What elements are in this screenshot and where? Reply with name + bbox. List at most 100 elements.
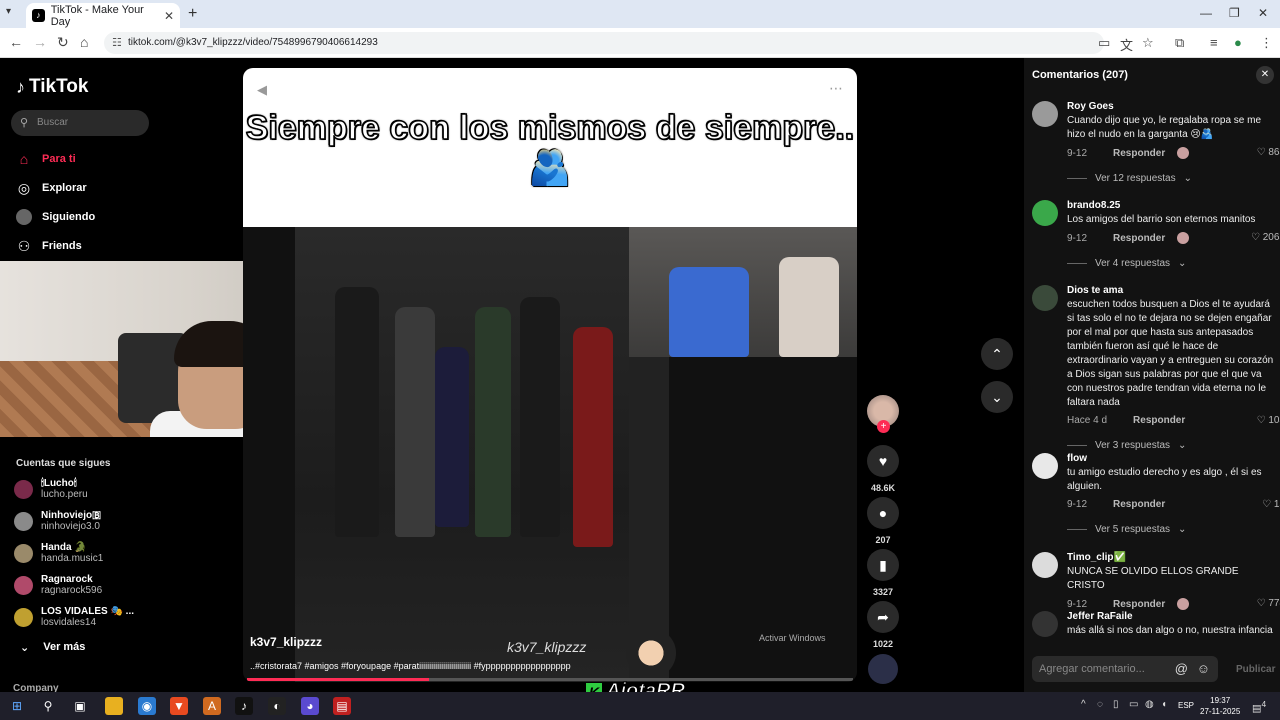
- close-icon[interactable]: ✕: [1256, 66, 1274, 84]
- nav-friends[interactable]: ⚇ Friends: [16, 238, 82, 254]
- translate-icon[interactable]: 文: [1120, 35, 1133, 54]
- tray-chevron-icon[interactable]: ^: [1081, 699, 1086, 710]
- task-view-icon[interactable]: ▣: [71, 697, 89, 715]
- divider: [1067, 445, 1087, 446]
- view-replies-button[interactable]: Ver 12 respuestas ⌄: [1067, 173, 1277, 184]
- share-button[interactable]: ➦ 1022: [866, 601, 900, 649]
- reading-list-icon[interactable]: ≡: [1210, 35, 1218, 50]
- nav-explore[interactable]: ◎ Explorar: [16, 180, 87, 196]
- notification-icon[interactable]: ▤4: [1252, 699, 1266, 714]
- brave-icon[interactable]: ▼: [170, 697, 188, 715]
- comment-user[interactable]: brando8.25: [1067, 200, 1277, 211]
- microphone-icon[interactable]: ▯: [1113, 699, 1119, 710]
- music-disc-avatar[interactable]: [868, 654, 898, 684]
- clock[interactable]: 19:37 27-11-2025: [1200, 695, 1240, 717]
- tiktok-taskbar-icon[interactable]: ♪: [235, 697, 253, 715]
- nav-following[interactable]: Siguiendo: [16, 209, 95, 225]
- view-replies-button[interactable]: Ver 4 respuestas ⌄: [1067, 258, 1277, 269]
- followed-account[interactable]: Ninhoviejo🇧 ninhoviejo3.0: [14, 510, 101, 532]
- followed-account[interactable]: 🕯Lucho🕯 lucho.peru: [14, 478, 88, 500]
- window-close-icon[interactable]: ✕: [1258, 6, 1268, 20]
- reply-button[interactable]: Responder: [1133, 415, 1185, 426]
- cast-icon[interactable]: ▭: [1098, 35, 1110, 51]
- windows-start-icon[interactable]: ⊞: [8, 697, 26, 715]
- search-icon[interactable]: ⚲: [39, 697, 57, 715]
- followed-account[interactable]: Ragnarock ragnarock596: [14, 574, 102, 596]
- video-author[interactable]: k3v7_klipzzz: [250, 635, 322, 649]
- url-field[interactable]: ☷ tiktok.com/@k3v7_klipzzz/video/7548996…: [104, 32, 1104, 54]
- reply-button[interactable]: Responder: [1113, 499, 1165, 510]
- comment-user[interactable]: flow: [1067, 453, 1277, 464]
- volume-icon[interactable]: ◖: [1161, 699, 1167, 710]
- mention-at-icon[interactable]: @: [1175, 656, 1188, 682]
- tray-display-icon[interactable]: ▭: [1129, 699, 1138, 710]
- comment-like-button[interactable]: ♡ 15: [1262, 499, 1280, 510]
- avatar[interactable]: [1032, 200, 1058, 226]
- reload-icon[interactable]: ↻: [57, 34, 69, 51]
- emoji-icon[interactable]: ☺: [1197, 656, 1210, 682]
- avatar[interactable]: [1032, 285, 1058, 311]
- back-arrow-icon[interactable]: ←: [9, 34, 23, 50]
- bookmark-star-icon[interactable]: ☆: [1142, 35, 1154, 51]
- comment-button[interactable]: ● 207: [866, 497, 900, 545]
- volume-icon[interactable]: ◀: [257, 82, 267, 98]
- tab-close-icon[interactable]: ✕: [164, 9, 174, 23]
- save-button[interactable]: ▮ 3327: [866, 549, 900, 597]
- search-input[interactable]: ⚲ Buscar: [11, 110, 149, 136]
- see-more-button[interactable]: ⌄ Ver más: [20, 641, 85, 654]
- following-icon: [16, 209, 32, 225]
- video-player[interactable]: Siempre con los mismos de siempre..🫂 ◀ ⋯…: [243, 68, 857, 682]
- forward-arrow-icon[interactable]: →: [33, 34, 47, 50]
- browser-tab-tiktok[interactable]: ♪ TikTok - Make Your Day ✕: [26, 3, 180, 28]
- next-video-button[interactable]: ⌄: [981, 381, 1013, 413]
- minimize-icon[interactable]: —: [1200, 6, 1212, 20]
- comment-user[interactable]: Dios te ama: [1067, 285, 1277, 296]
- search-placeholder: Buscar: [37, 117, 69, 128]
- language-indicator[interactable]: ESP: [1178, 701, 1194, 710]
- reply-button[interactable]: Responder: [1113, 599, 1165, 610]
- reply-button[interactable]: Responder: [1113, 233, 1165, 244]
- comment-like-button[interactable]: ♡ 103: [1257, 415, 1280, 426]
- new-tab-plus-icon[interactable]: +: [188, 5, 197, 23]
- avatar[interactable]: [1032, 101, 1058, 127]
- avatar[interactable]: [1032, 611, 1058, 637]
- network-icon[interactable]: ◍: [1145, 699, 1154, 710]
- previous-video-button[interactable]: ⌃: [981, 338, 1013, 370]
- obs-icon[interactable]: ◐: [268, 697, 286, 715]
- extensions-icon[interactable]: ⧉: [1175, 35, 1184, 51]
- avatar[interactable]: [1032, 453, 1058, 479]
- reply-button[interactable]: Responder: [1113, 148, 1165, 159]
- home-icon[interactable]: ⌂: [80, 34, 88, 50]
- chrome-icon[interactable]: ◉: [138, 697, 156, 715]
- view-replies-button[interactable]: Ver 3 respuestas ⌄: [1067, 440, 1277, 451]
- view-replies-button[interactable]: Ver 5 respuestas ⌄: [1067, 524, 1277, 535]
- discord-icon[interactable]: ◕: [301, 697, 319, 715]
- restore-icon[interactable]: ❐: [1229, 6, 1240, 20]
- menu-kebab-icon[interactable]: ⋮: [1260, 35, 1273, 51]
- tab-search-chevron-icon[interactable]: ▾: [6, 6, 11, 17]
- follow-plus-icon[interactable]: +: [877, 420, 890, 433]
- site-settings-icon[interactable]: ☷: [112, 32, 122, 54]
- avatar[interactable]: [1032, 552, 1058, 578]
- tiktok-logo[interactable]: ♪ TikTok: [16, 76, 88, 98]
- video-progress-bar[interactable]: [247, 678, 853, 681]
- tray-app-icon[interactable]: ◌: [1097, 699, 1103, 710]
- comment-user[interactable]: Timo_clip✅: [1067, 552, 1277, 563]
- followed-account[interactable]: LOS VIDALES 🎭 ... losvidales14: [14, 606, 134, 628]
- comment-user[interactable]: Roy Goes: [1067, 101, 1277, 112]
- file-explorer-icon[interactable]: [105, 697, 123, 715]
- media-app-icon[interactable]: ▤: [333, 697, 351, 715]
- nav-for-you[interactable]: ⌂ Para ti: [16, 151, 76, 167]
- replies-label: Ver 5 respuestas: [1095, 524, 1171, 535]
- comment-like-button[interactable]: ♡ 2065: [1251, 232, 1280, 243]
- followed-account[interactable]: Handa 🐊 handa.music1: [14, 542, 103, 564]
- profile-icon[interactable]: ●: [1234, 35, 1242, 50]
- comment-like-button[interactable]: ♡ 863: [1257, 147, 1280, 158]
- comment-user[interactable]: Jeffer RaFaile: [1067, 611, 1276, 622]
- comment-input[interactable]: Agregar comentario... @ ☺: [1032, 656, 1218, 682]
- more-options-icon[interactable]: ⋯: [829, 80, 843, 97]
- comment-like-button[interactable]: ♡ 778: [1257, 598, 1280, 609]
- like-button[interactable]: ♥ 48.6K: [866, 445, 900, 493]
- app-a-icon[interactable]: A: [203, 697, 221, 715]
- post-comment-button[interactable]: Publicar: [1236, 664, 1275, 675]
